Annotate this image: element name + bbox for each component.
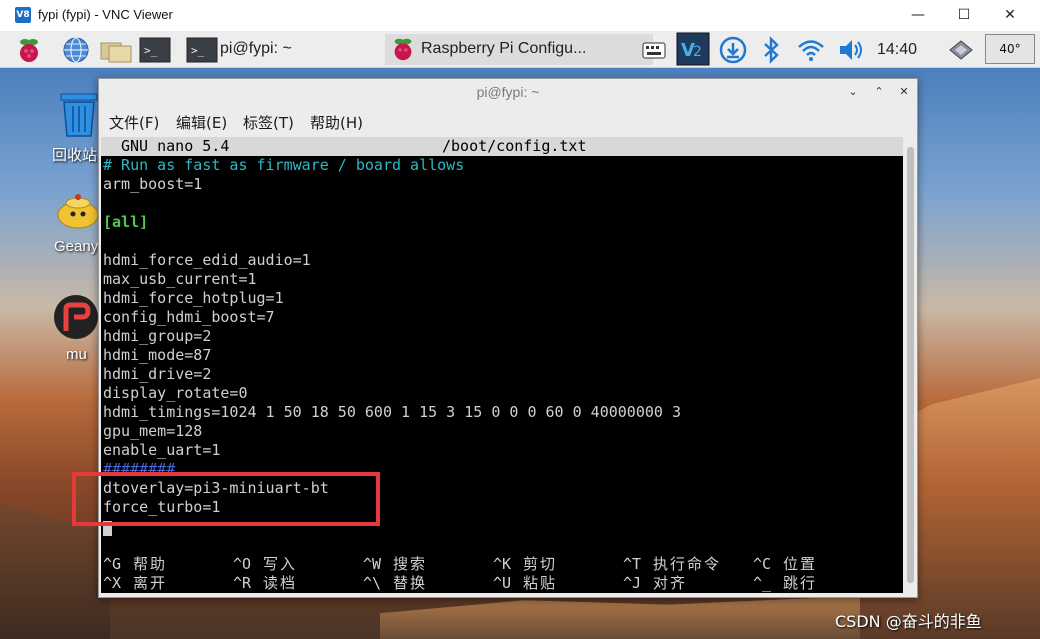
shortcut-key: ^O [233, 555, 252, 573]
task-terminal[interactable]: >_ pi@fypi: ~ [184, 34, 382, 65]
terminal-scrollbar[interactable] [905, 137, 916, 593]
shortcut-key: ^K [493, 555, 512, 573]
nano-filename: /boot/config.txt [442, 137, 587, 155]
file-line: max_usb_current=1 [103, 270, 257, 288]
shortcut-paste: 粘贴 [523, 574, 558, 592]
shortcut-justify: 对齐 [653, 574, 688, 592]
vnc-title-bar: V8 fypi (fypi) - VNC Viewer — ☐ ✕ [0, 0, 1040, 31]
web-browser-icon[interactable] [61, 35, 91, 65]
shortcut-key: ^C [753, 555, 772, 573]
svg-text:>_: >_ [144, 44, 158, 57]
task-label: Raspberry Pi Configu... [421, 40, 587, 57]
vnc-viewer-icon: V8 [15, 7, 31, 23]
trash-icon [60, 93, 98, 137]
close-button[interactable]: ✕ [987, 0, 1033, 31]
raspberry-menu-icon[interactable] [14, 35, 44, 65]
shortcut-key: ^\ [363, 574, 382, 592]
raspberry-icon [394, 38, 412, 61]
menu-file[interactable]: 文件(F) [109, 112, 159, 133]
task-label: pi@fypi: ~ [220, 40, 292, 57]
terminal-menu-bar: 文件(F) 编辑(E) 标签(T) 帮助(H) [99, 106, 917, 136]
shortcut-key: ^W [363, 555, 382, 573]
close-icon[interactable]: ✕ [896, 84, 912, 100]
shortcut-help: 帮助 [133, 555, 168, 573]
file-line: hdmi_force_hotplug=1 [103, 289, 284, 307]
task-raspberry-pi-configuration[interactable]: Raspberry Pi Configu... [385, 34, 653, 65]
file-line: hdmi_drive=2 [103, 365, 212, 383]
file-line: config_hdmi_boost=7 [103, 308, 275, 326]
cpu-temperature[interactable]: 40° [985, 34, 1035, 64]
nano-header: GNU nano 5.4 /boot/config.txt [101, 137, 903, 156]
eject-icon[interactable] [946, 35, 976, 65]
wifi-icon[interactable] [796, 35, 826, 65]
volume-icon[interactable] [836, 35, 866, 65]
file-line: arm_boost=1 [103, 175, 203, 193]
menu-help[interactable]: 帮助(H) [310, 112, 363, 133]
terminal-icon[interactable]: >_ [139, 35, 171, 65]
file-line: # Run as fast as firmware / board allows [103, 156, 465, 174]
file-manager-icon[interactable] [99, 35, 132, 65]
shortcut-key: ^J [623, 574, 642, 592]
terminal-icon: >_ [186, 37, 218, 63]
minimize-icon[interactable]: ⌄ [845, 84, 861, 100]
shortcut-write: 写入 [263, 555, 298, 573]
file-line: hdmi_group=2 [103, 327, 212, 345]
shortcut-execute: 执行命令 [653, 555, 722, 573]
shortcut-search: 搜索 [393, 555, 428, 573]
shortcut-replace: 替换 [393, 574, 428, 592]
file-line: enable_uart=1 [103, 441, 221, 459]
svg-text:>_: >_ [191, 44, 205, 57]
file-line: gpu_mem=128 [103, 422, 203, 440]
watermark: CSDN @奋斗的非鱼 [835, 612, 982, 631]
shortcut-exit: 离开 [133, 574, 168, 592]
keyboard-icon[interactable] [642, 39, 672, 69]
svg-text:2: 2 [693, 44, 702, 60]
desktop-wallpaper-ground [380, 596, 860, 639]
taskbar: >_ >_ pi@fypi: ~ Raspberry Pi Configu... [0, 31, 1040, 68]
menu-tabs[interactable]: 标签(T) [243, 112, 294, 133]
maximize-button[interactable]: ☐ [941, 0, 987, 31]
vnc-window-title: fypi (fypi) - VNC Viewer [38, 7, 173, 22]
shortcut-read-file: 读档 [263, 574, 298, 592]
maximize-icon[interactable]: ⌃ [871, 84, 887, 100]
shortcut-go-to-line: 跳行 [783, 574, 818, 592]
nano-version: GNU nano 5.4 [121, 137, 230, 155]
shortcut-cut: 剪切 [523, 555, 558, 573]
file-line: hdmi_timings=1024 1 50 18 50 600 1 15 3 … [103, 403, 681, 421]
terminal-title: pi@fypi: ~ [476, 84, 540, 100]
shortcut-location: 位置 [783, 555, 818, 573]
clock[interactable]: 14:40 [877, 34, 917, 65]
mu-editor-icon [54, 295, 98, 339]
bluetooth-icon[interactable] [758, 35, 788, 65]
file-line: hdmi_mode=87 [103, 346, 212, 364]
menu-edit[interactable]: 编辑(E) [176, 112, 227, 133]
file-line: [all] [103, 213, 149, 231]
vnc-server-icon[interactable]: V 2 [676, 32, 710, 66]
geany-icon [57, 194, 99, 229]
scrollbar-thumb[interactable] [907, 147, 914, 583]
file-line: display_rotate=0 [103, 384, 248, 402]
file-line: hdmi_force_edid_audio=1 [103, 251, 311, 269]
shortcut-key: ^X [103, 574, 122, 592]
highlight-box [72, 472, 380, 526]
minimize-button[interactable]: — [895, 0, 941, 31]
terminal-title-bar[interactable]: pi@fypi: ~ ⌄ ⌃ ✕ [99, 79, 917, 106]
updater-icon[interactable] [718, 35, 748, 65]
shortcut-key: ^G [103, 555, 122, 573]
shortcut-key: ^U [493, 574, 512, 592]
shortcut-key: ^T [623, 555, 642, 573]
shortcut-key: ^_ [753, 574, 772, 592]
shortcut-key: ^R [233, 574, 252, 592]
